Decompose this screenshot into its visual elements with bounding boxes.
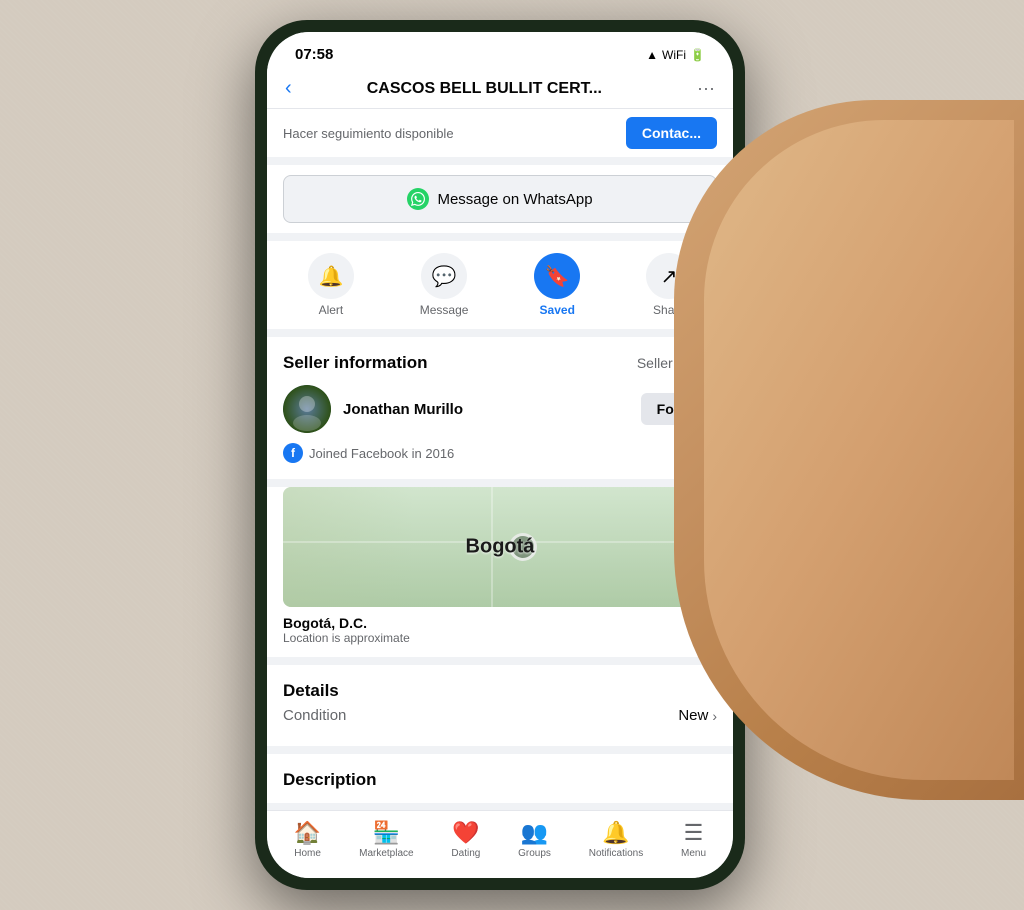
groups-icon: 👥 [521,820,548,846]
signal-icon: ▲ [646,48,658,62]
wifi-icon: WiFi [662,48,686,62]
bottom-nav: 🏠 Home 🏪 Marketplace ❤️ Dating 👥 Groups … [267,810,733,878]
details-title: Details [283,681,339,700]
alert-label: Alert [319,303,344,317]
description-text: ✅ MANEJAMOS SERVICIO DE ENVIO CONTRA ENT… [283,800,717,803]
condition-value: New › [678,707,717,724]
location-text: Bogotá, D.C. Location is approximate [267,615,733,657]
whatsapp-button[interactable]: Message on WhatsApp [283,175,717,223]
nav-home[interactable]: 🏠 Home [294,820,321,859]
hand-overlay [674,100,1024,800]
saved-label: Saved [540,303,575,317]
phone-screen: 07:58 ▲ WiFi 🔋 ‹ CASCOS BELL BULLIT CERT… [267,32,733,878]
nav-bar: ‹ CASCOS BELL BULLIT CERT... ··· [267,69,733,109]
phone-body: 07:58 ▲ WiFi 🔋 ‹ CASCOS BELL BULLIT CERT… [255,20,745,890]
message-label: Message [420,303,469,317]
nav-marketplace[interactable]: 🏪 Marketplace [359,820,413,859]
seller-avatar [283,385,331,433]
seller-section-title: Seller information [283,353,428,373]
battery-icon: 🔋 [690,48,705,62]
map-city-label: Bogotá [466,536,535,559]
condition-row[interactable]: Condition New › [283,701,717,730]
saved-icon: 🔖 [534,253,580,299]
condition-label: Condition [283,707,346,724]
more-button[interactable]: ··· [697,78,715,99]
details-section: Details Condition New › [267,665,733,746]
status-time: 07:58 [295,46,333,63]
alert-action[interactable]: 🔔 Alert [308,253,354,317]
message-action[interactable]: 💬 Message [420,253,469,317]
alert-icon: 🔔 [308,253,354,299]
map-container[interactable]: Bogotá i [283,487,717,607]
nav-menu[interactable]: ☰ Menu [681,820,706,859]
marketplace-icon: 🏪 [373,820,400,846]
whatsapp-icon [407,188,429,210]
location-approx: Location is approximate [283,631,717,645]
nav-notifications[interactable]: 🔔 Notifications [589,820,643,859]
whatsapp-section: Message on WhatsApp [267,165,733,233]
content-area: Hacer seguimiento disponible Contac... M… [267,109,733,803]
nav-dating[interactable]: ❤️ Dating [451,820,480,859]
seller-section: Seller information Seller details [267,337,733,479]
joined-text: Joined Facebook in 2016 [309,446,454,461]
message-icon: 💬 [421,253,467,299]
condition-text: New [678,707,708,724]
seller-name: Jonathan Murillo [343,401,463,418]
page-title: CASCOS BELL BULLIT CERT... [302,80,667,98]
whatsapp-label: Message on WhatsApp [437,191,592,208]
home-label: Home [294,848,321,859]
scene: 07:58 ▲ WiFi 🔋 ‹ CASCOS BELL BULLIT CERT… [0,0,1024,910]
dating-label: Dating [451,848,480,859]
top-banner: Hacer seguimiento disponible Contac... [267,109,733,157]
location-name: Bogotá, D.C. [283,615,717,631]
menu-label: Menu [681,848,706,859]
notifications-icon: 🔔 [602,820,629,846]
status-icons: ▲ WiFi 🔋 [646,48,705,62]
home-icon: 🏠 [294,820,321,846]
saved-action[interactable]: 🔖 Saved [534,253,580,317]
facebook-icon: f [283,443,303,463]
back-button[interactable]: ‹ [285,77,292,100]
facebook-joined: f Joined Facebook in 2016 [283,443,717,463]
contact-button[interactable]: Contac... [626,117,717,149]
status-bar: 07:58 ▲ WiFi 🔋 [267,32,733,69]
dating-icon: ❤️ [452,820,479,846]
seller-header: Seller information Seller details [283,353,717,373]
banner-text: Hacer seguimiento disponible [283,126,454,141]
seller-row: Jonathan Murillo Follow [283,385,717,433]
description-section: Description ✅ MANEJAMOS SERVICIO DE ENVI… [267,754,733,803]
action-buttons: 🔔 Alert 💬 Message 🔖 Saved ↗ Share [267,241,733,329]
notifications-label: Notifications [589,848,643,859]
groups-label: Groups [518,848,551,859]
nav-groups[interactable]: 👥 Groups [518,820,551,859]
chevron-icon: › [712,708,717,724]
marketplace-label: Marketplace [359,848,413,859]
menu-icon: ☰ [684,820,704,846]
description-title: Description [283,770,377,789]
seller-info: Jonathan Murillo [283,385,463,433]
map-section: Bogotá i Bogotá, D.C. Location is approx… [267,487,733,657]
